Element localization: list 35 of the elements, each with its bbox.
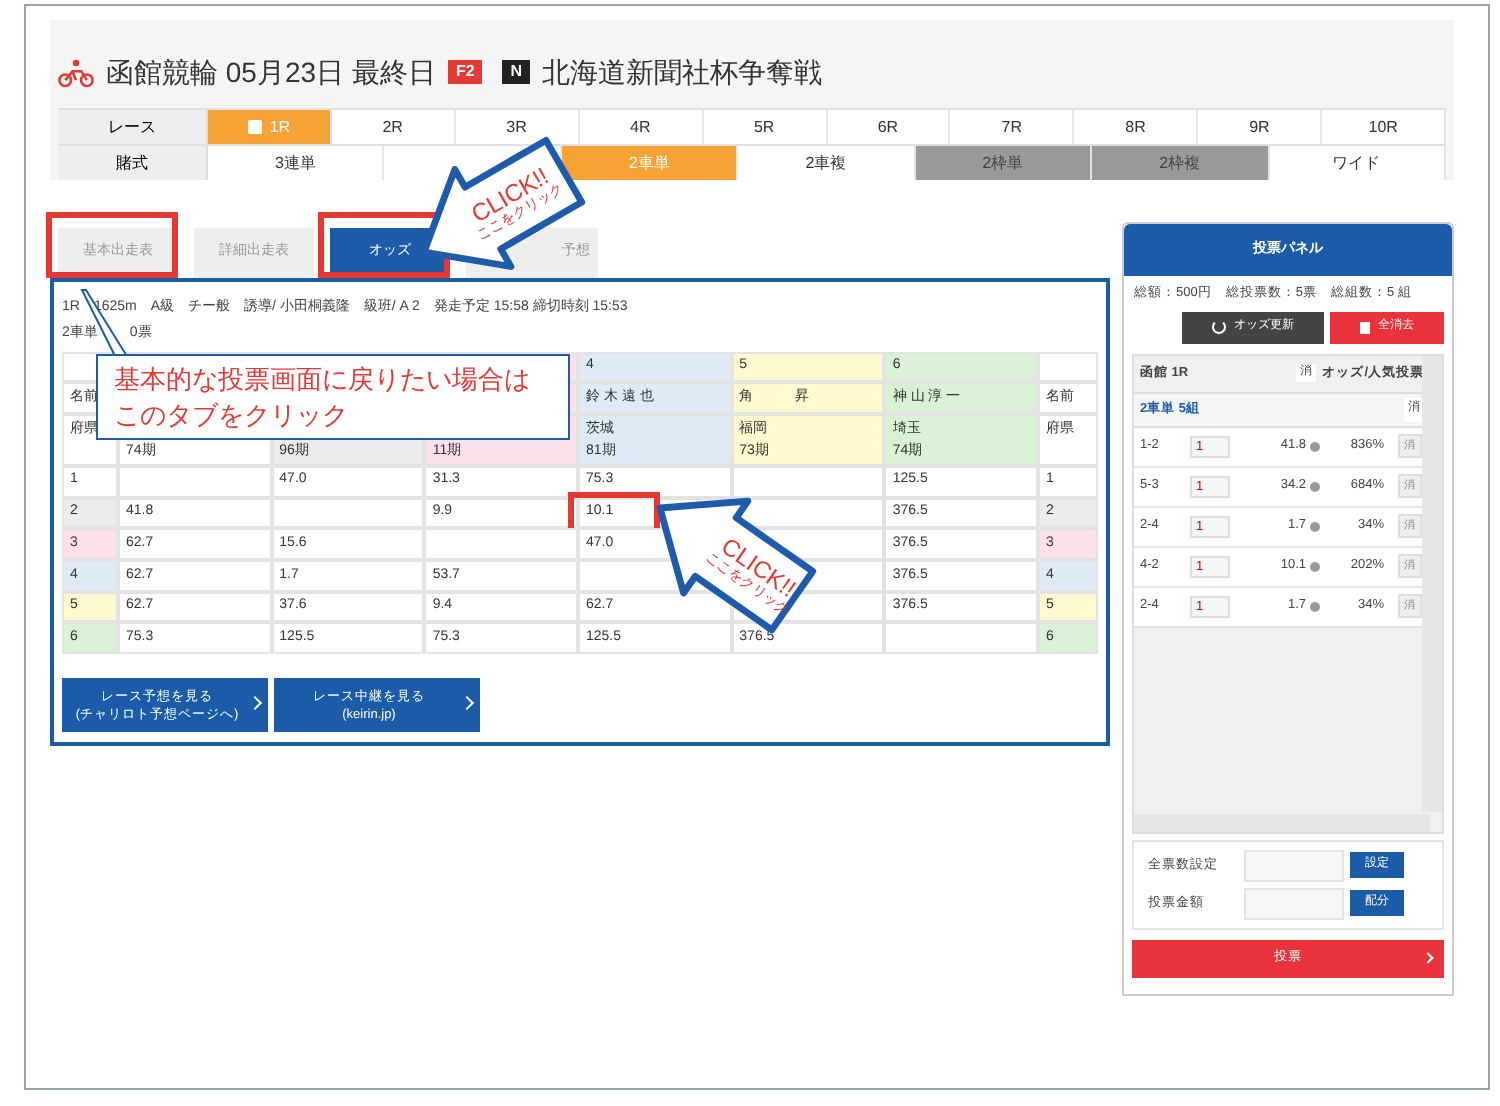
horizontal-scrollbar[interactable] bbox=[1134, 813, 1430, 832]
chevron-icon bbox=[1422, 951, 1434, 964]
race-tab[interactable]: 6R bbox=[827, 110, 951, 144]
info-icon bbox=[1310, 481, 1320, 492]
input-field[interactable] bbox=[1244, 887, 1344, 920]
row-label: 賭式 bbox=[58, 146, 208, 180]
info-icon bbox=[1310, 561, 1320, 572]
trash-icon bbox=[1360, 321, 1370, 334]
refresh-icon bbox=[1212, 320, 1226, 335]
race-tab[interactable]: 3R bbox=[455, 110, 580, 144]
race-tab[interactable]: 4R bbox=[579, 110, 704, 144]
callout-text: このタブをクリック bbox=[114, 397, 350, 433]
info-icon bbox=[1310, 521, 1320, 532]
input-field[interactable] bbox=[1244, 849, 1344, 882]
race-title: 函館競輪 05月23日 最終日 bbox=[106, 53, 436, 91]
race-tab[interactable]: 2R bbox=[331, 110, 456, 144]
info-icon bbox=[1310, 601, 1320, 612]
table-cell bbox=[1037, 351, 1098, 382]
bet-type-tab[interactable]: ワイド bbox=[1269, 146, 1446, 180]
bet-type-tab[interactable]: 2車複 bbox=[738, 146, 916, 180]
bet-type-tab[interactable]: 3連単 bbox=[208, 146, 385, 180]
info-icon bbox=[1310, 441, 1320, 452]
vertical-scrollbar[interactable] bbox=[1422, 355, 1442, 812]
check-icon bbox=[247, 120, 262, 134]
race-name: 北海道新聞社杯争奪戦 bbox=[542, 53, 823, 91]
race-tab[interactable]: 10R bbox=[1322, 110, 1447, 144]
race-tab[interactable]: 8R bbox=[1074, 110, 1199, 144]
callout-text: 基本的な投票画面に戻りたい場合は bbox=[114, 361, 532, 397]
race-tab[interactable]: 5R bbox=[703, 110, 828, 144]
night-badge: N bbox=[502, 60, 531, 84]
row-label: レース bbox=[58, 110, 208, 144]
grade-badge: F2 bbox=[447, 60, 483, 84]
cyclist-icon bbox=[58, 57, 94, 87]
race-tab[interactable]: 7R bbox=[950, 110, 1075, 144]
race-tab[interactable]: 9R bbox=[1198, 110, 1323, 144]
